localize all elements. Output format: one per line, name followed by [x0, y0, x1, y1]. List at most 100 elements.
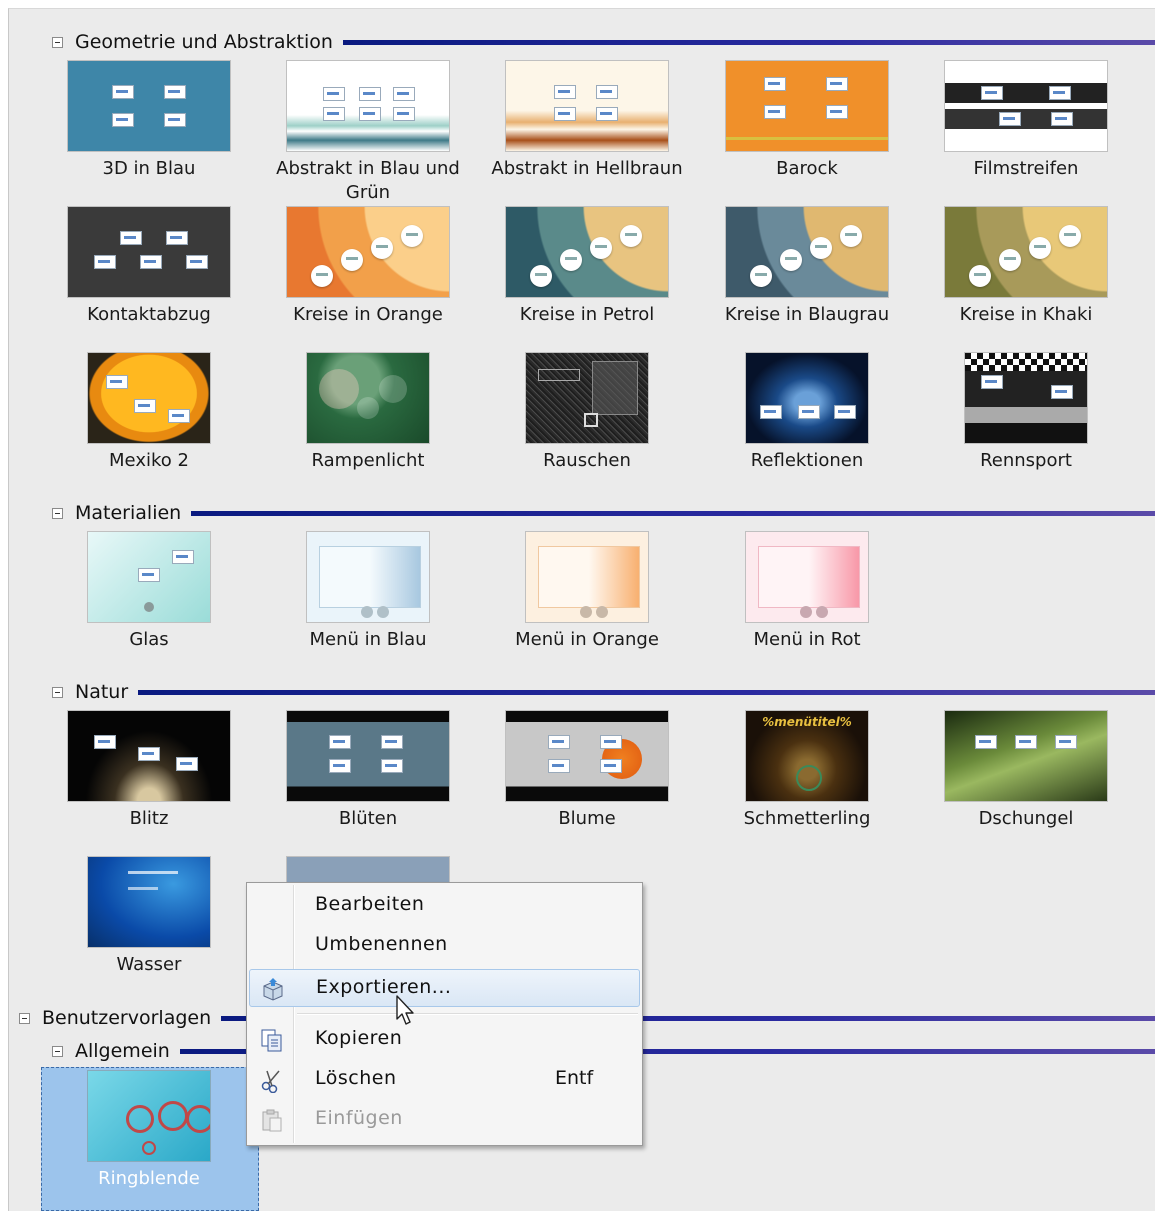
menu-item-label: Kopieren [315, 1027, 403, 1049]
template-name: Dschungel [978, 808, 1074, 829]
template-thumbnail [306, 352, 430, 444]
template-menue-in-blau[interactable]: Menü in Blau [258, 531, 478, 657]
template-name: Kreise in Blaugrau [724, 304, 890, 325]
collapse-icon[interactable] [52, 686, 63, 698]
template-thumbnail [505, 206, 669, 298]
template-kontaktabzug[interactable]: Kontaktabzug [39, 206, 259, 332]
template-thumbnail [306, 531, 430, 623]
collapse-icon[interactable] [52, 36, 63, 48]
menu-item-umbenennen[interactable]: Umbenennen [249, 927, 640, 965]
template-name: Reflektionen [750, 450, 864, 471]
template-thumbnail [67, 206, 231, 298]
template-thumbnail [67, 710, 231, 802]
template-thumbnail [286, 710, 450, 802]
menu-item-exportieren[interactable]: Exportieren... [249, 969, 640, 1007]
group-header-geometrie[interactable]: Geometrie und Abstraktion [52, 31, 1155, 53]
template-kreise-in-petrol[interactable]: Kreise in Petrol [477, 206, 697, 332]
menu-item-shortcut: Entf [555, 1067, 594, 1089]
template-thumbnail [87, 352, 211, 444]
template-thumbnail [725, 60, 889, 152]
template-name: Barock [776, 158, 838, 179]
menu-separator [297, 1013, 638, 1015]
mouse-cursor-icon [396, 995, 414, 1025]
template-thumbnail [286, 206, 450, 298]
group-label: Natur [75, 681, 129, 703]
template-rampenlicht[interactable]: Rampenlicht [258, 352, 478, 478]
template-name: 3D in Blau [102, 158, 196, 179]
thumbnail-title: %menütitel% [762, 715, 852, 729]
template-name: Blume [558, 808, 616, 829]
template-name: Ringblende [98, 1168, 200, 1189]
template-name: Rauschen [543, 450, 631, 471]
group-header-materialien[interactable]: Materialien [52, 502, 1155, 524]
template-thumbnail [286, 60, 450, 152]
menu-item-label: Umbenennen [315, 933, 448, 955]
template-dschungel[interactable]: Dschungel [916, 710, 1136, 836]
template-kreise-in-khaki[interactable]: Kreise in Khaki [916, 206, 1136, 332]
collapse-icon[interactable] [19, 1012, 30, 1024]
template-name: Kreise in Petrol [519, 304, 655, 325]
template-rauschen[interactable]: Rauschen [477, 352, 697, 478]
template-rennsport[interactable]: Rennsport [916, 352, 1136, 478]
copy-icon [261, 1029, 282, 1052]
group-label: Materialien [75, 502, 182, 524]
template-kreise-in-blaugrau[interactable]: Kreise in Blaugrau [697, 206, 917, 332]
menu-item-bearbeiten[interactable]: Bearbeiten [249, 887, 640, 925]
template-name: Abstrakt in Blau und Grün [276, 158, 460, 203]
context-menu: Bearbeiten Umbenennen Exportieren... Kop… [246, 882, 643, 1146]
template-thumbnail [505, 60, 669, 152]
template-thumbnail [944, 60, 1108, 152]
template-wasser[interactable]: Wasser [39, 856, 259, 982]
template-name: Glas [129, 629, 169, 650]
export-icon [263, 978, 283, 1001]
group-divider [191, 510, 1155, 516]
group-divider [138, 689, 1155, 695]
group-label: Benutzervorlagen [42, 1007, 212, 1029]
template-thumbnail [87, 531, 211, 623]
menu-item-label: Exportieren... [316, 976, 452, 998]
template-name: Kreise in Khaki [959, 304, 1093, 325]
template-filmstreifen[interactable]: Filmstreifen [916, 60, 1136, 200]
collapse-icon[interactable] [52, 1045, 63, 1057]
template-name: Menü in Blau [309, 629, 427, 650]
template-schmetterling[interactable]: %menütitel% Schmetterling [697, 710, 917, 836]
template-glas[interactable]: Glas [39, 531, 259, 657]
scissors-icon [261, 1070, 280, 1093]
group-divider [342, 39, 1155, 45]
template-mexiko-2[interactable]: Mexiko 2 [39, 352, 259, 478]
template-name: Wasser [116, 954, 182, 975]
menu-item-kopieren[interactable]: Kopieren [249, 1021, 640, 1059]
template-blume[interactable]: Blume [477, 710, 697, 836]
template-name: Menü in Orange [515, 629, 659, 650]
template-kreise-in-orange[interactable]: Kreise in Orange [258, 206, 478, 332]
template-thumbnail: %menütitel% [745, 710, 869, 802]
template-reflektionen[interactable]: Reflektionen [697, 352, 917, 478]
menu-item-loeschen[interactable]: Löschen Entf [249, 1061, 640, 1099]
template-thumbnail [964, 352, 1088, 444]
template-blueten[interactable]: Blüten [258, 710, 478, 836]
template-thumbnail [525, 352, 649, 444]
template-name: Rampenlicht [311, 450, 425, 471]
template-name: Abstrakt in Hellbraun [491, 158, 683, 179]
menu-item-label: Löschen [315, 1067, 397, 1089]
template-menue-in-orange[interactable]: Menü in Orange [477, 531, 697, 657]
template-menue-in-rot[interactable]: Menü in Rot [697, 531, 917, 657]
template-abstrakt-hellbraun[interactable]: Abstrakt in Hellbraun [477, 60, 697, 200]
template-thumbnail [725, 206, 889, 298]
template-barock[interactable]: Barock [697, 60, 917, 200]
template-ringblende[interactable]: Ringblende [39, 1070, 259, 1200]
template-name: Mexiko 2 [109, 450, 189, 471]
template-thumbnail [525, 531, 649, 623]
menu-item-einfuegen: Einfügen [249, 1101, 640, 1139]
template-abstrakt-blau-gruen[interactable]: Abstrakt in Blau und Grün [258, 60, 478, 210]
group-header-natur[interactable]: Natur [52, 681, 1155, 703]
template-name: Blitz [129, 808, 169, 829]
template-name: Filmstreifen [973, 158, 1079, 179]
template-blitz[interactable]: Blitz [39, 710, 259, 836]
template-name: Menü in Rot [753, 629, 861, 650]
template-3d-in-blau[interactable]: 3D in Blau [39, 60, 259, 200]
template-thumbnail [745, 352, 869, 444]
collapse-icon[interactable] [52, 507, 63, 519]
template-thumbnail [505, 710, 669, 802]
template-name: Kreise in Orange [293, 304, 443, 325]
